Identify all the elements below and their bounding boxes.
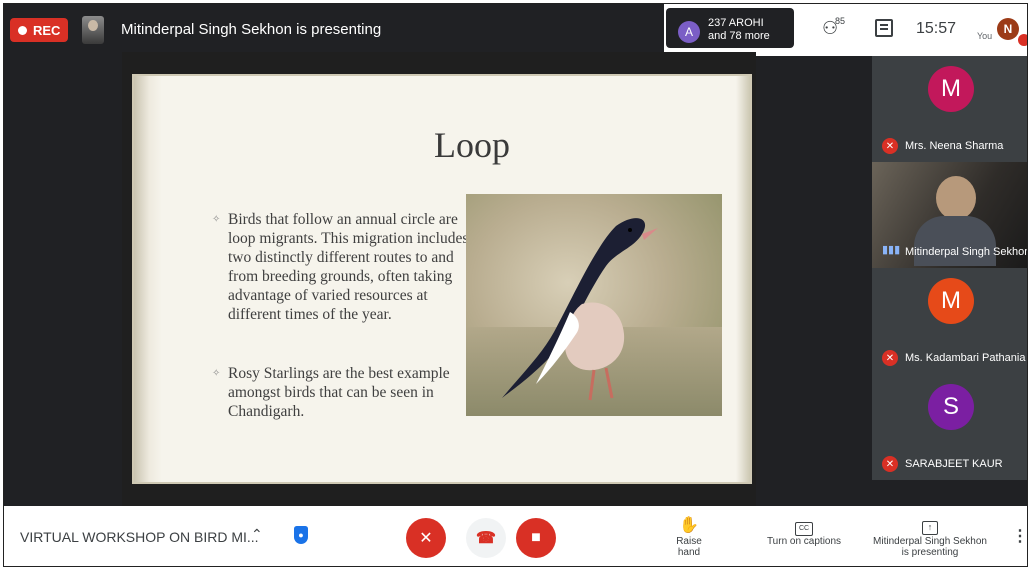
bottom-toolbar: VIRTUAL WORKSHOP ON BIRD MI... ⌃ ● ✕ ☎ ■… xyxy=(4,506,1027,566)
you-label: You xyxy=(977,31,993,41)
participant-avatar: M xyxy=(928,278,974,324)
presenting-line-2: is presenting xyxy=(901,547,959,558)
slide-edge xyxy=(736,76,750,482)
recording-badge: REC xyxy=(10,18,69,42)
cc-icon: CC xyxy=(795,522,813,536)
mic-off-icon: ✕ xyxy=(882,456,898,472)
camera-toggle-button[interactable]: ■ xyxy=(516,518,556,558)
captions-button[interactable]: CC Turn on captions xyxy=(764,516,844,547)
more-vert-icon[interactable]: ⋮ xyxy=(1012,526,1027,546)
top-bar: REC Mitinderpal Singh Sekhon is presenti… xyxy=(4,4,1027,56)
shield-lock-icon[interactable]: ● xyxy=(294,526,308,544)
clock: 15:57 xyxy=(916,20,957,37)
slide-title: Loop xyxy=(434,125,510,165)
presenting-button[interactable]: ↑ Mitinderpal Singh Sekhon is presenting xyxy=(870,516,990,558)
mic-off-icon: ✕ xyxy=(882,138,898,154)
presentation-stage: Loop Birds that follow an annual circle … xyxy=(122,52,756,507)
participant-name: Mrs. Neena Sharma xyxy=(905,140,1004,152)
slide-binding xyxy=(134,76,162,482)
presenting-line-1: Mitinderpal Singh Sekhon xyxy=(873,536,987,547)
presenting-banner: Mitinderpal Singh Sekhon is presenting xyxy=(121,21,382,38)
participant-avatar: A xyxy=(678,21,700,43)
participant-name: Ms. Kadambari Pathania xyxy=(905,352,1026,364)
meet-window: REC Mitinderpal Singh Sekhon is presenti… xyxy=(3,3,1028,567)
participant-summary: 237 AROHI and 78 more xyxy=(708,17,770,43)
speaking-indicator-icon: ▮▮▮ xyxy=(882,244,901,256)
participant-tile[interactable]: S ✕ SARABJEET KAUR xyxy=(872,374,1027,480)
participant-name: Mitinderpal Singh Sekhon xyxy=(905,246,1028,258)
slide-bullet-1: Birds that follow an annual circle are l… xyxy=(212,210,482,324)
participant-line-2: and 78 more xyxy=(708,30,770,42)
mic-off-icon: ✕ xyxy=(419,530,433,547)
presenter-thumbnail xyxy=(82,16,104,44)
slide: Loop Birds that follow an annual circle … xyxy=(132,74,752,484)
participant-line-1: 237 AROHI xyxy=(708,17,764,29)
captions-label: Turn on captions xyxy=(766,536,842,547)
mic-toggle-button[interactable]: ✕ xyxy=(406,518,446,558)
hangup-icon: ☎ xyxy=(476,530,496,547)
participant-avatar: M xyxy=(928,66,974,112)
people-count: 85 xyxy=(835,16,846,26)
camera-off-icon: ■ xyxy=(531,529,541,546)
video-face xyxy=(936,176,976,220)
recording-label: REC xyxy=(33,22,61,38)
raise-hand-label: Raise hand xyxy=(676,536,702,558)
participant-name: SARABJEET KAUR xyxy=(905,458,1003,470)
slide-bullet-2: Rosy Starlings are the best example amon… xyxy=(212,364,482,421)
rosy-starling-photo xyxy=(466,194,722,416)
leave-call-button[interactable]: ☎ xyxy=(466,518,506,558)
hand-icon: ✋ xyxy=(679,517,699,534)
meeting-title[interactable]: VIRTUAL WORKSHOP ON BIRD MI... xyxy=(20,529,259,545)
notification-badge xyxy=(1018,34,1027,46)
chat-icon[interactable] xyxy=(875,19,893,37)
raise-hand-button[interactable]: ✋ Raise hand xyxy=(664,516,714,558)
participant-tile[interactable]: M ✕ Mrs. Neena Sharma xyxy=(872,56,1027,162)
video-body xyxy=(914,216,996,266)
mic-off-icon: ✕ xyxy=(882,350,898,366)
bird-illustration xyxy=(502,218,658,401)
participant-chip[interactable]: A 237 AROHI and 78 more xyxy=(666,8,794,48)
participant-tile-video[interactable]: ▮▮▮ Mitinderpal Singh Sekhon xyxy=(872,162,1028,268)
present-icon: ↑ xyxy=(922,521,938,535)
participant-tile[interactable]: M ✕ Ms. Kadambari Pathania xyxy=(872,268,1027,374)
record-dot-icon xyxy=(18,25,27,35)
self-avatar[interactable]: N xyxy=(997,18,1019,40)
top-right-panel: A 237 AROHI and 78 more ⚇ 85 15:57 You N xyxy=(664,4,1027,56)
participant-avatar: S xyxy=(928,384,974,430)
chevron-up-icon[interactable]: ⌃ xyxy=(251,526,263,543)
participant-grid: M ✕ Mrs. Neena Sharma ▮▮▮ Mitinderpal Si… xyxy=(872,56,1028,484)
